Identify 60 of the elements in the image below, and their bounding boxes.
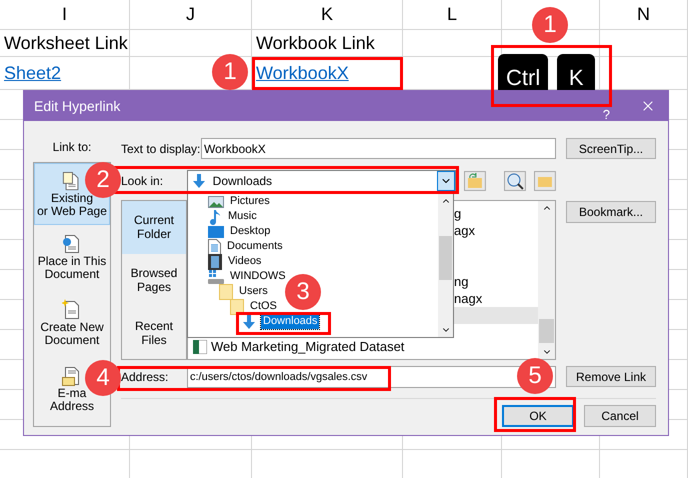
folder-up-icon[interactable] xyxy=(464,171,486,191)
scrollbar[interactable] xyxy=(438,194,453,337)
folder-option[interactable]: Downloads xyxy=(261,314,320,329)
cancel-button[interactable]: Cancel xyxy=(584,405,656,427)
bookmark-button[interactable]: Bookmark... xyxy=(566,201,656,223)
text-to-display-label: Text to display: xyxy=(121,140,201,158)
folder-icon xyxy=(230,298,244,314)
cell-text: Workbook Link xyxy=(256,32,375,54)
column-header[interactable]: L xyxy=(446,1,457,28)
desktop-icon xyxy=(208,224,224,238)
window-title: Edit Hyperlink xyxy=(34,96,122,116)
folder-option[interactable]: Pictures xyxy=(228,194,272,209)
film-icon xyxy=(208,254,222,270)
column-header[interactable]: J xyxy=(186,1,195,28)
download-arrow-icon xyxy=(241,314,257,330)
column-header[interactable]: K xyxy=(320,1,333,28)
folder-option[interactable]: WINDOWS xyxy=(228,269,288,284)
remove-link-button[interactable]: Remove Link xyxy=(566,366,656,387)
step-badge-overlay: 1 xyxy=(532,7,568,43)
folder-icon xyxy=(219,284,233,300)
places-tab[interactable]: Recent Files xyxy=(122,306,186,360)
download-arrow-icon xyxy=(190,173,207,189)
hyperlink[interactable]: Sheet2 xyxy=(4,60,62,86)
folder-option[interactable]: Documents xyxy=(225,239,285,254)
folder-option[interactable]: Music xyxy=(226,209,259,224)
scroll-thumb[interactable] xyxy=(439,236,452,280)
music-note-icon xyxy=(208,208,222,224)
places-tab[interactable]: Current Folder xyxy=(122,201,186,254)
cell-text: Worksheet Link xyxy=(4,32,128,54)
folder-option[interactable]: Videos xyxy=(226,254,264,269)
document-icon xyxy=(208,238,221,254)
look-in-dropdown[interactable]: Downloads xyxy=(186,170,456,192)
web-search-icon[interactable] xyxy=(504,171,526,191)
link-type-tab[interactable]: Create New Document xyxy=(34,291,110,357)
folder-option[interactable]: Users xyxy=(237,284,270,299)
drive-icon xyxy=(208,268,224,284)
link-to-label: Link to: xyxy=(52,139,92,156)
file-row[interactable]: Web Marketing_Migrated Dataset xyxy=(188,338,538,355)
column-header[interactable]: N xyxy=(637,1,650,28)
hyperlink[interactable]: WorkbookX xyxy=(256,60,349,86)
step-badge-overlay: 1 xyxy=(212,54,248,90)
file-name: Web Marketing_Migrated Dataset xyxy=(211,338,404,356)
new-document-icon xyxy=(62,299,82,321)
scrollbar[interactable] xyxy=(538,201,555,359)
link-type-tab[interactable]: Place in This Document xyxy=(34,225,110,291)
folder-option[interactable]: CtOS xyxy=(248,299,279,314)
spreadsheet-icon xyxy=(193,340,207,354)
places-tab[interactable]: Browsed Pages xyxy=(122,254,186,306)
folder-option[interactable]: Desktop xyxy=(228,224,272,239)
column-header[interactable]: I xyxy=(62,1,67,28)
scroll-thumb[interactable] xyxy=(539,319,554,343)
text-to-display-field[interactable]: WorkbookX xyxy=(201,138,556,159)
document-envelope-icon xyxy=(62,365,82,387)
look-in-label: Look in: xyxy=(121,173,164,190)
ok-button[interactable]: OK xyxy=(502,405,574,427)
screentip-button[interactable]: ScreenTip... xyxy=(566,138,656,159)
help-button[interactable]: ? xyxy=(602,108,610,120)
file-name: g xyxy=(454,204,462,223)
picture-icon xyxy=(208,194,224,208)
address-label: Address: xyxy=(121,368,170,386)
